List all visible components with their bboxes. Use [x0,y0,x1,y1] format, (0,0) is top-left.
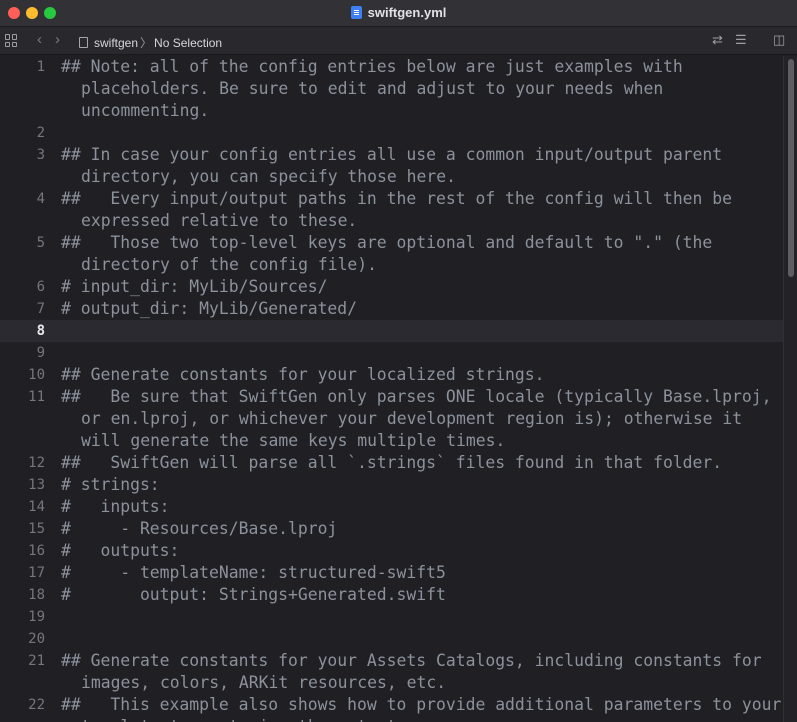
code-line[interactable]: 20 [0,628,783,650]
code-text[interactable] [61,122,783,144]
breadcrumb-selection[interactable]: No Selection [154,36,222,50]
code-text[interactable]: ## In case your config entries all use a… [61,144,783,188]
code-text[interactable] [61,606,783,628]
related-items-grid-icon[interactable] [5,34,18,47]
code-text[interactable]: # outputs: [61,540,783,562]
line-number: 8 [36,323,45,339]
swap-arrows-icon[interactable]: ⇄ [712,32,723,48]
code-text[interactable]: ## Those two top-level keys are optional… [61,232,783,276]
code-line[interactable]: 21 ## Generate constants for your Assets … [0,650,783,694]
line-number: 17 [28,565,45,581]
line-number: 10 [28,367,45,383]
code-line[interactable]: 1 ## Note: all of the config entries belo… [0,56,783,122]
breadcrumb: swiftgen 〉 No Selection [79,34,222,51]
code-line[interactable]: 15 # - Resources/Base.lproj [0,518,783,540]
code-line[interactable]: 4 ## Every input/output paths in the rest… [0,188,783,232]
code-text[interactable]: # - templateName: structured-swift5 [61,562,783,584]
code-line[interactable]: 18 # output: Strings+Generated.swift [0,584,783,606]
line-number: 7 [36,301,45,317]
line-number: 20 [28,631,45,647]
code-text[interactable] [61,342,783,364]
code-line[interactable]: 6 # input_dir: MyLib/Sources/ [0,276,783,298]
line-number: 5 [36,235,45,251]
code-line[interactable]: 2 [0,122,783,144]
file-icon [79,37,88,48]
code-text[interactable] [61,628,783,650]
line-number: 6 [36,279,45,295]
code-line[interactable]: 11 ## Be sure that SwiftGen only parses O… [0,386,783,452]
code-line[interactable]: 3 ## In case your config entries all use … [0,144,783,188]
line-number: 12 [28,455,45,471]
code-line[interactable]: 19 [0,606,783,628]
back-chevron-icon[interactable]: ‹ [37,32,42,48]
line-number: 4 [36,191,45,207]
line-number: 19 [28,609,45,625]
line-number: 1 [36,59,45,75]
line-number: 16 [28,543,45,559]
line-number: 18 [28,587,45,603]
line-number: 22 [28,697,45,713]
editor-toolbar: ‹ › swiftgen 〉 No Selection ⇄ ☰ ◫ [0,27,797,55]
code-line[interactable]: 10 ## Generate constants for your localiz… [0,364,783,386]
editor-options-icon[interactable]: ☰ [735,32,747,48]
vertical-scrollbar[interactable] [783,56,797,722]
line-number: 13 [28,477,45,493]
line-number: 9 [36,345,45,361]
title-bar: swiftgen.yml [0,0,797,27]
code-line[interactable]: 7 # output_dir: MyLib/Generated/ [0,298,783,320]
code-text[interactable]: # - Resources/Base.lproj [61,518,783,540]
code-text[interactable]: ## Generate constants for your Assets Ca… [61,650,783,694]
code-text[interactable]: # output: Strings+Generated.swift [61,584,783,606]
code-line[interactable]: 16 # outputs: [0,540,783,562]
code-line[interactable]: 13 # strings: [0,474,783,496]
code-text[interactable]: # strings: [61,474,783,496]
split-editor-icon[interactable]: ◫ [773,32,785,48]
line-number: 11 [28,389,45,405]
code-editor[interactable]: 1 ## Note: all of the config entries belo… [0,56,783,722]
scrollbar-thumb[interactable] [788,59,794,277]
window-title-group: swiftgen.yml [0,5,797,20]
breadcrumb-separator-icon: 〉 [140,36,153,50]
line-number: 2 [36,125,45,141]
document-icon [350,6,362,19]
window-title: swiftgen.yml [367,5,447,20]
code-text[interactable]: # inputs: [61,496,783,518]
line-number: 21 [28,653,45,669]
code-line[interactable]: 8 [0,320,783,342]
line-number: 15 [28,521,45,537]
code-text[interactable]: ## This example also shows how to provid… [61,694,783,722]
code-text[interactable]: # output_dir: MyLib/Generated/ [61,298,783,320]
code-text[interactable]: ## Every input/output paths in the rest … [61,188,783,232]
code-line[interactable]: 14 # inputs: [0,496,783,518]
code-line[interactable]: 17 # - templateName: structured-swift5 [0,562,783,584]
code-text[interactable] [61,320,783,342]
breadcrumb-project[interactable]: swiftgen [94,36,138,50]
code-text[interactable]: ## Be sure that SwiftGen only parses ONE… [61,386,783,452]
forward-chevron-icon[interactable]: › [55,32,60,48]
code-line[interactable]: 9 [0,342,783,364]
code-text[interactable]: # input_dir: MyLib/Sources/ [61,276,783,298]
code-text[interactable]: ## Note: all of the config entries below… [61,56,783,122]
line-number: 3 [36,147,45,163]
code-text[interactable]: ## Generate constants for your localized… [61,364,783,386]
code-text[interactable]: ## SwiftGen will parse all `.strings` fi… [61,452,783,474]
code-line[interactable]: 5 ## Those two top-level keys are optiona… [0,232,783,276]
line-number: 14 [28,499,45,515]
code-line[interactable]: 22 ## This example also shows how to prov… [0,694,783,722]
code-line[interactable]: 12 ## SwiftGen will parse all `.strings` … [0,452,783,474]
